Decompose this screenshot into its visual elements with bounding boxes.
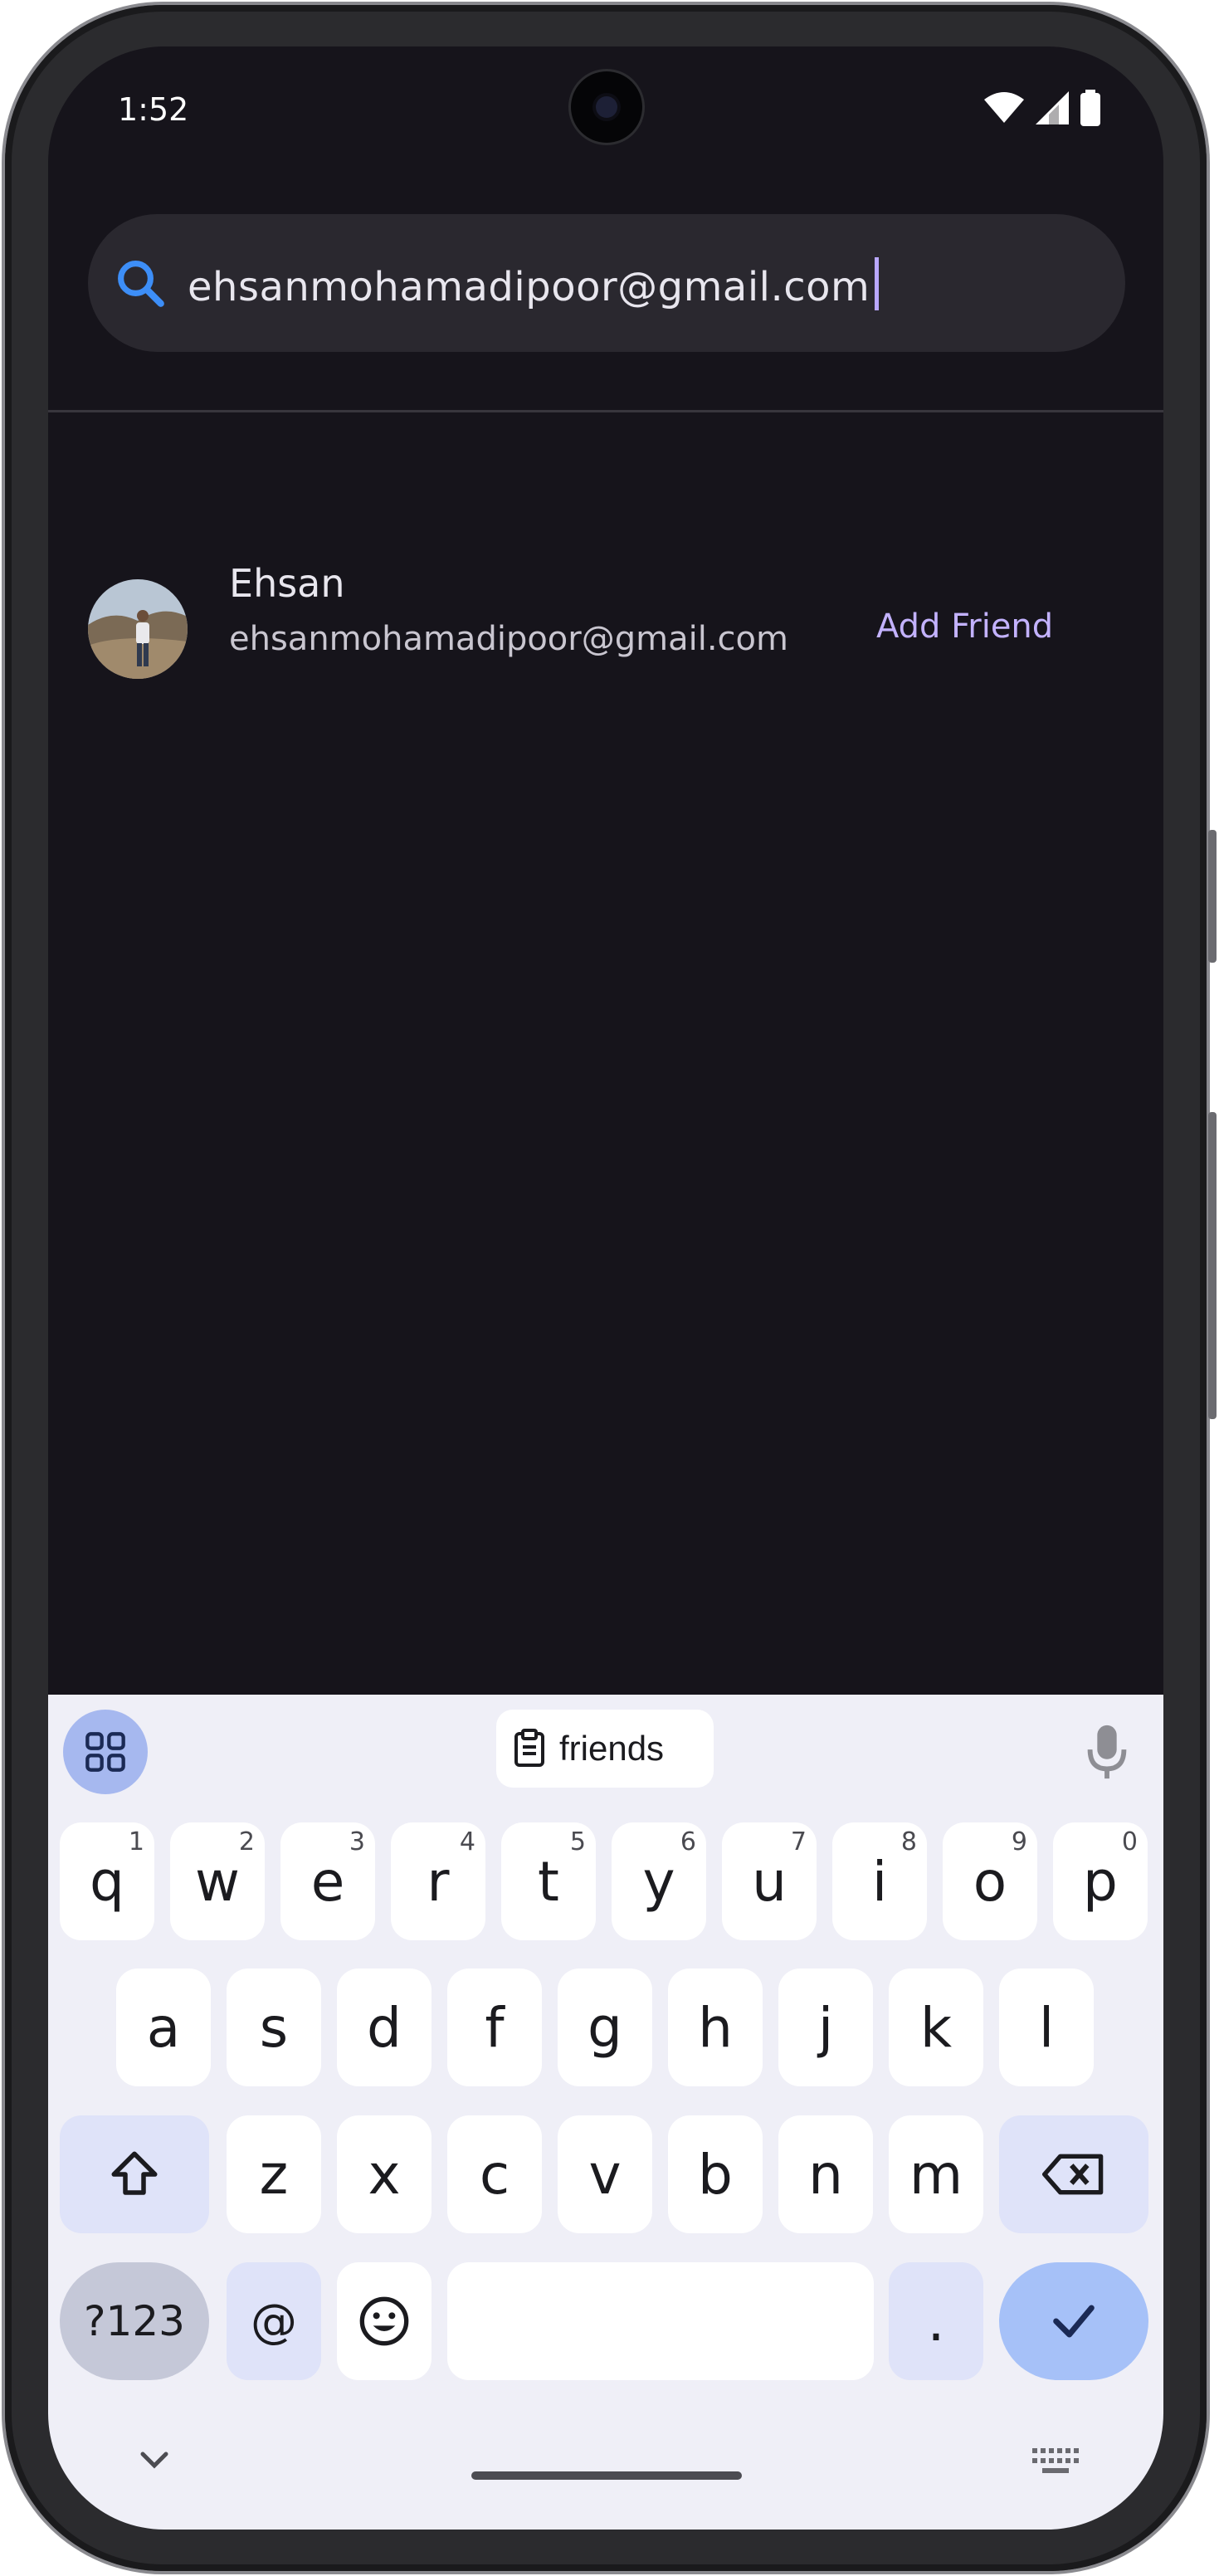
navigation-bar [48,2430,1163,2530]
home-indicator[interactable] [471,2471,742,2480]
key-p[interactable]: p0 [1053,1822,1148,1940]
key-z[interactable]: z [227,2115,321,2233]
clipboard-suggestion[interactable]: friends [496,1710,714,1788]
key-a[interactable]: a [116,1969,211,2086]
power-button [1208,830,1217,963]
status-bar: 1:52 [48,46,1163,171]
key-i[interactable]: i8 [832,1822,927,1940]
key-n[interactable]: n [778,2115,873,2233]
key-f[interactable]: f [447,1969,542,2086]
key-c[interactable]: c [447,2115,542,2233]
list-item[interactable]: Ehsan ehsanmohamadipoor@gmail.com Add Fr… [48,528,1163,727]
key-g[interactable]: g [558,1969,652,2086]
battery-icon [1080,90,1100,126]
emoji-key[interactable] [337,2262,432,2380]
front-camera [571,71,642,143]
result-email: ehsanmohamadipoor@gmail.com [229,620,788,658]
wifi-icon [984,92,1024,123]
key-y[interactable]: y6 [612,1822,706,1940]
status-time: 1:52 [118,91,189,128]
clipboard-suggestion-text: friends [559,1729,665,1768]
key-k[interactable]: k [889,1969,983,2086]
chevron-down-icon[interactable] [138,2448,171,2473]
result-name: Ehsan [229,561,345,606]
key-b[interactable]: b [668,2115,763,2233]
search-input[interactable]: ehsanmohamadipoor@gmail.com [188,257,880,310]
text-cursor [875,257,880,310]
avatar [88,579,188,679]
key-d[interactable]: d [337,1969,432,2086]
shift-key[interactable] [60,2115,209,2233]
symbols-key[interactable]: ?123 [60,2262,209,2380]
backspace-icon [1042,2154,1104,2195]
key-q[interactable]: q1 [60,1822,154,1940]
microphone-icon[interactable] [1082,1723,1132,1781]
screen: 1:52 ehsanmohamadipoor@gmail.com Ehsan e… [48,46,1163,2530]
period-key[interactable]: . [889,2262,983,2380]
check-icon [1053,2305,1095,2338]
search-bar[interactable]: ehsanmohamadipoor@gmail.com [88,214,1125,352]
shift-icon [111,2151,158,2195]
key-v[interactable]: v [558,2115,652,2233]
key-h[interactable]: h [668,1969,763,2086]
key-w[interactable]: w2 [170,1822,265,1940]
add-friend-button[interactable]: Add Friend [876,607,1053,646]
key-l[interactable]: l [999,1969,1094,2086]
key-m[interactable]: m [889,2115,983,2233]
emoji-icon [359,2296,409,2346]
keyboard-switch-icon[interactable] [1031,2447,1080,2476]
volume-button [1208,1112,1217,1419]
key-r[interactable]: r4 [391,1822,485,1940]
backspace-key[interactable] [999,2115,1148,2233]
keyboard: friends q1 w2 e3 r4 t5 y6 u7 i8 o9 p0 a … [48,1695,1163,2530]
search-query: ehsanmohamadipoor@gmail.com [188,264,870,310]
key-u[interactable]: u7 [722,1822,817,1940]
divider [48,410,1163,412]
status-icons [984,90,1100,126]
grid-icon [85,1732,125,1772]
search-icon [118,261,164,307]
key-j[interactable]: j [778,1969,873,2086]
key-e[interactable]: e3 [280,1822,375,1940]
key-s[interactable]: s [227,1969,321,2086]
keyboard-toolbar: friends [48,1695,1163,1794]
at-key[interactable]: @ [227,2262,321,2380]
enter-key[interactable] [999,2262,1148,2380]
signal-icon [1036,91,1069,124]
key-x[interactable]: x [337,2115,432,2233]
key-t[interactable]: t5 [501,1822,596,1940]
space-key[interactable] [447,2262,874,2380]
keyboard-apps-button[interactable] [63,1710,148,1794]
clipboard-icon [514,1729,544,1767]
key-o[interactable]: o9 [943,1822,1037,1940]
